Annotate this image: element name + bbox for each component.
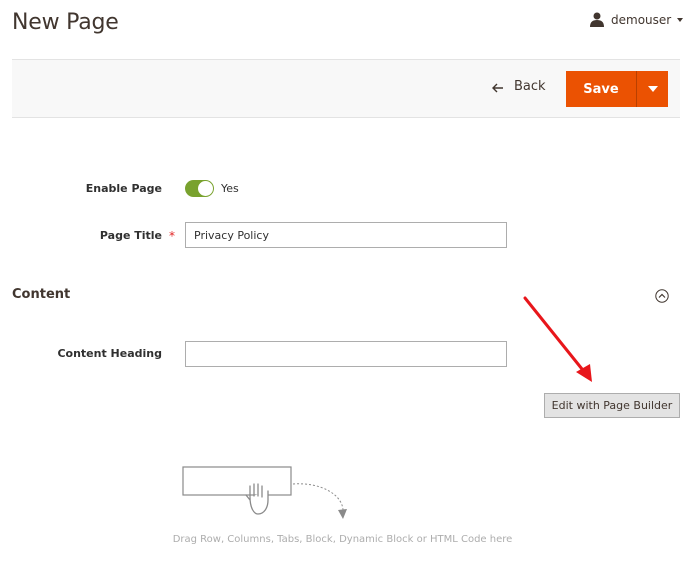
back-label: Back [514, 79, 546, 94]
toggle-knob [198, 181, 213, 196]
user-menu[interactable]: demouser [590, 12, 684, 27]
chevron-down-icon [647, 86, 658, 92]
enable-page-toggle[interactable] [185, 180, 214, 197]
enable-page-state: Yes [221, 182, 239, 195]
back-button[interactable]: Back [492, 79, 546, 94]
content-heading-input[interactable] [185, 341, 507, 367]
page-title-input[interactable] [185, 222, 507, 248]
page-actions-bar: Back Save [12, 59, 680, 118]
content-heading-label: Content Heading [57, 347, 162, 360]
red-arrow-annotation [523, 296, 592, 382]
chevron-up-circle-icon[interactable] [655, 288, 669, 303]
enable-page-label: Enable Page [85, 182, 162, 195]
drag-drop-illustration [182, 466, 347, 519]
edit-with-page-builder-button[interactable]: Edit with Page Builder [544, 393, 680, 418]
page-title: New Page [12, 10, 119, 35]
user-icon [590, 12, 604, 27]
content-section-title[interactable]: Content [12, 287, 70, 302]
arrow-left-icon [492, 82, 504, 92]
drop-zone-hint: Drag Row, Columns, Tabs, Block, Dynamic … [172, 534, 513, 545]
required-indicator: * [169, 229, 175, 243]
save-options-toggle[interactable] [636, 71, 668, 107]
chevron-down-icon [677, 17, 684, 22]
user-name: demouser [611, 12, 672, 27]
save-button[interactable]: Save [566, 71, 636, 107]
page-title-label: Page Title [99, 229, 162, 242]
save-split-button: Save [566, 71, 668, 107]
